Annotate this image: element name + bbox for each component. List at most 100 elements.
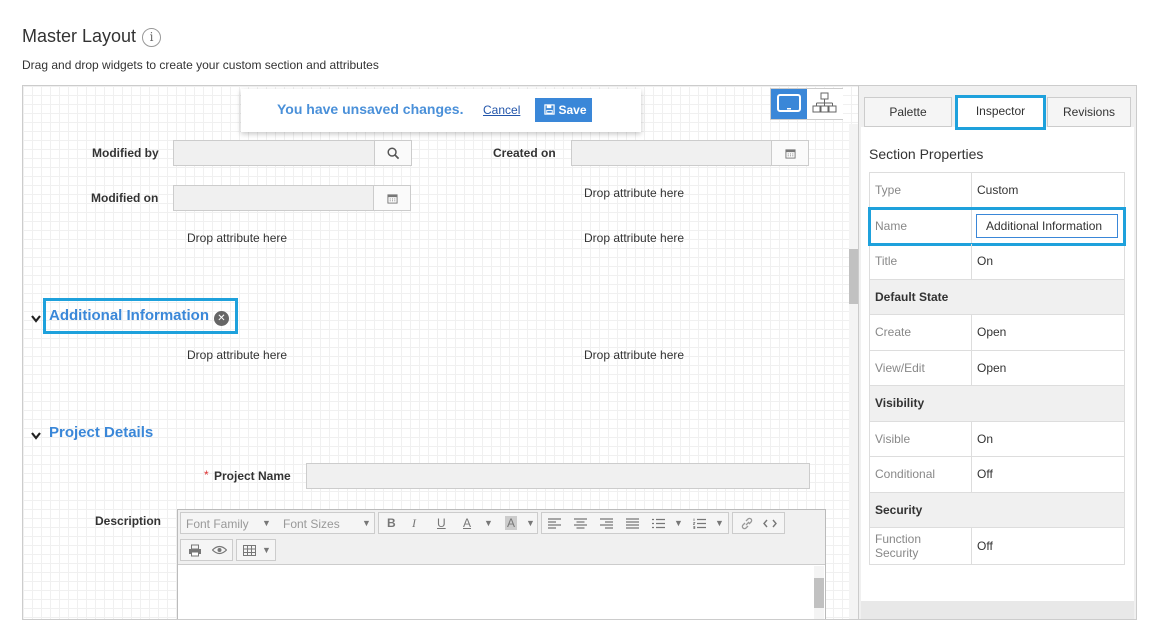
search-icon bbox=[386, 146, 399, 159]
view-toggle bbox=[770, 88, 843, 120]
property-value[interactable]: On bbox=[972, 244, 1124, 279]
property-row-name: Name bbox=[868, 206, 1126, 246]
property-value[interactable]: Off bbox=[972, 457, 1124, 492]
chevron-down-icon: ▼ bbox=[484, 518, 493, 528]
align-right-icon[interactable] bbox=[600, 518, 613, 529]
save-button[interactable]: Save bbox=[535, 98, 592, 122]
property-row-function-security: Function Security Off bbox=[870, 528, 1124, 564]
section-name-input[interactable] bbox=[976, 213, 1118, 238]
modified-on-label: Modified on bbox=[91, 191, 159, 205]
editor-scrollbar[interactable] bbox=[814, 566, 824, 619]
property-value[interactable]: On bbox=[972, 422, 1124, 457]
properties-table: Type Custom Name Title On Default State … bbox=[868, 172, 1126, 565]
page-title: Master Layout bbox=[22, 26, 137, 46]
close-icon[interactable]: ✕ bbox=[214, 311, 229, 326]
italic-button[interactable]: I bbox=[412, 516, 416, 531]
background-color-button[interactable]: A bbox=[505, 516, 518, 530]
modified-on-date-button[interactable] bbox=[373, 186, 410, 210]
unsaved-changes-bar: You have unsaved changes. Cancel Save bbox=[241, 89, 641, 132]
link-icon[interactable] bbox=[740, 517, 754, 530]
inspector-panel: Palette Inspector Revisions Section Prop… bbox=[858, 85, 1137, 620]
font-sizes-select[interactable]: Font Sizes bbox=[283, 517, 340, 531]
bullet-list-icon[interactable] bbox=[652, 518, 665, 529]
property-key: View/Edit bbox=[870, 350, 972, 385]
table-icon bbox=[243, 545, 256, 556]
project-name-field[interactable] bbox=[306, 463, 810, 489]
project-details-title[interactable]: Project Details bbox=[49, 424, 153, 441]
tree-view-button[interactable] bbox=[807, 89, 843, 119]
property-value[interactable]: Open bbox=[972, 351, 1124, 386]
property-row-create: Create Open bbox=[870, 315, 1124, 351]
page-subtitle: Drag and drop widgets to create your cus… bbox=[22, 58, 379, 72]
additional-info-title: Additional Information bbox=[49, 307, 209, 324]
canvas-scrollbar[interactable] bbox=[849, 124, 858, 619]
code-icon[interactable] bbox=[763, 518, 777, 529]
tab-inspector[interactable]: Inspector bbox=[955, 95, 1046, 130]
underline-button[interactable]: U bbox=[437, 516, 446, 530]
description-label: Description bbox=[95, 514, 162, 528]
additional-info-header[interactable]: Additional Information ✕ bbox=[43, 298, 238, 334]
property-key: Name bbox=[870, 208, 972, 243]
chevron-down-icon: ▼ bbox=[262, 545, 271, 555]
align-buttons: ▼ ▼ bbox=[541, 512, 729, 534]
tab-revisions[interactable]: Revisions bbox=[1047, 97, 1131, 127]
save-label: Save bbox=[558, 103, 587, 117]
sitemap-icon bbox=[812, 92, 837, 113]
floppy-icon bbox=[544, 104, 556, 115]
font-family-select[interactable]: Font Family bbox=[186, 517, 249, 531]
font-dropdowns: Font Family ▼ Font Sizes ▼ bbox=[180, 512, 375, 534]
desktop-view-button[interactable] bbox=[771, 89, 807, 119]
layout-canvas[interactable]: You have unsaved changes. Cancel Save Mo… bbox=[22, 85, 859, 620]
section-properties-title: Section Properties bbox=[869, 146, 984, 162]
calendar-icon bbox=[784, 148, 796, 159]
created-on-label: Created on bbox=[493, 146, 556, 160]
chevron-down-icon: ▼ bbox=[674, 518, 683, 528]
modified-on-field[interactable] bbox=[173, 185, 411, 211]
table-dropdown[interactable]: ▼ bbox=[236, 539, 276, 561]
preview-eye-icon[interactable] bbox=[212, 545, 227, 555]
property-row-conditional: Conditional Off bbox=[870, 457, 1124, 493]
project-name-label: Project Name bbox=[214, 469, 291, 483]
tab-palette[interactable]: Palette bbox=[864, 97, 952, 127]
property-row-type: Type Custom bbox=[870, 173, 1124, 209]
drop-zone[interactable]: Drop attribute here bbox=[187, 348, 287, 362]
property-value[interactable]: Open bbox=[972, 315, 1124, 350]
chevron-down-icon: ▼ bbox=[715, 518, 724, 528]
property-value[interactable]: Off bbox=[972, 528, 1124, 564]
view-buttons bbox=[180, 539, 233, 561]
created-on-date-button[interactable] bbox=[771, 141, 808, 165]
cancel-link[interactable]: Cancel bbox=[483, 103, 520, 117]
property-key: Type bbox=[870, 173, 972, 208]
bold-button[interactable]: B bbox=[387, 516, 396, 530]
drop-zone[interactable]: Drop attribute here bbox=[584, 348, 684, 362]
monitor-icon bbox=[777, 94, 801, 112]
editor-scrollbar-thumb[interactable] bbox=[814, 578, 824, 608]
description-editor[interactable]: Font Family ▼ Font Sizes ▼ B I U A ▼ A ▼ bbox=[177, 509, 826, 619]
group-visibility: Visibility bbox=[870, 386, 1124, 422]
align-center-icon[interactable] bbox=[574, 518, 587, 529]
format-buttons: B I U A ▼ A ▼ bbox=[378, 512, 538, 534]
insert-buttons bbox=[732, 512, 785, 534]
modified-by-field[interactable] bbox=[173, 140, 412, 166]
chevron-down-icon[interactable] bbox=[30, 314, 42, 324]
property-row-title: Title On bbox=[870, 244, 1124, 280]
drop-zone[interactable]: Drop attribute here bbox=[584, 231, 684, 245]
calendar-icon bbox=[386, 193, 398, 204]
numbered-list-icon[interactable] bbox=[693, 518, 706, 529]
modified-by-search-button[interactable] bbox=[374, 141, 411, 165]
align-left-icon[interactable] bbox=[548, 518, 561, 529]
font-color-button[interactable]: A bbox=[463, 516, 471, 530]
drop-zone[interactable]: Drop attribute here bbox=[584, 186, 684, 200]
group-security: Security bbox=[870, 492, 1124, 528]
property-key: Create bbox=[870, 315, 972, 350]
print-icon[interactable] bbox=[188, 544, 202, 557]
canvas-scrollbar-thumb[interactable] bbox=[849, 249, 858, 304]
created-on-field[interactable] bbox=[571, 140, 809, 166]
align-justify-icon[interactable] bbox=[626, 518, 639, 529]
chevron-down-icon: ▼ bbox=[362, 518, 371, 528]
chevron-down-icon[interactable] bbox=[30, 431, 42, 441]
info-icon[interactable]: i bbox=[142, 28, 161, 47]
modified-by-label: Modified by bbox=[92, 146, 159, 160]
drop-zone[interactable]: Drop attribute here bbox=[187, 231, 287, 245]
chevron-down-icon: ▼ bbox=[262, 518, 271, 528]
